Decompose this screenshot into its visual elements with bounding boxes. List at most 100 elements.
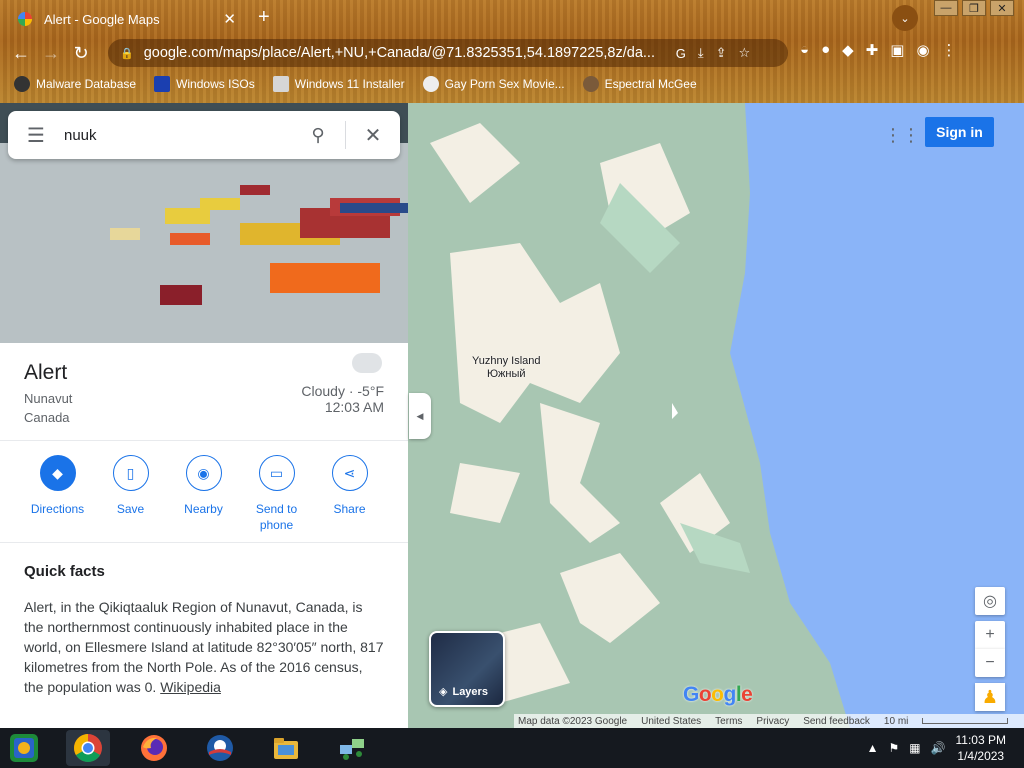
extension-flag-icon[interactable]: ◒	[800, 41, 809, 59]
send-feedback-link[interactable]: Send feedback	[803, 716, 870, 727]
bookmark-item[interactable]: Espectral McGee	[582, 76, 697, 92]
map-place-label[interactable]: Yuzhny Island Южный	[472, 355, 541, 381]
folder-icon	[274, 738, 298, 759]
quick-facts-heading: Quick facts	[24, 563, 105, 580]
zoom-in-icon[interactable]: +	[975, 621, 1005, 649]
bookmark-item[interactable]: Windows 11 Installer	[272, 76, 405, 92]
address-bar[interactable]: 🔒 google.com/maps/place/Alert,+NU,+Canad…	[108, 39, 788, 67]
zoom-out-icon[interactable]: −	[975, 649, 1005, 677]
url-text: google.com/maps/place/Alert,+NU,+Canada/…	[143, 45, 655, 61]
nearby-icon: ◉	[185, 455, 222, 491]
show-hidden-icons-icon[interactable]: ▲	[867, 741, 879, 755]
place-region: Nunavut	[24, 391, 73, 406]
tab-search-icon[interactable]: ⌄	[892, 5, 918, 31]
start-button[interactable]	[4, 730, 44, 766]
search-input[interactable]: nuuk	[64, 127, 291, 144]
menu-icon[interactable]: ☰	[8, 123, 64, 148]
terms-link[interactable]: Terms	[715, 716, 742, 727]
lock-icon[interactable]: 🔒	[120, 47, 134, 60]
weather-info: Cloudy · -5°F 12:03 AM	[301, 383, 384, 415]
app-taskbar-icon[interactable]	[198, 730, 242, 766]
new-tab-icon[interactable]: +	[258, 6, 270, 29]
face-icon	[422, 76, 439, 92]
weather-condition: Cloudy · -5°F	[301, 383, 384, 399]
forward-icon[interactable]: →	[36, 43, 66, 64]
taskbar: ▲ ⚑ ▦ 🔊 11:03 PM 1/4/2023	[0, 728, 1024, 768]
network-status-icon[interactable]: ▦	[909, 741, 920, 755]
google-lens-icon[interactable]: G	[676, 46, 686, 61]
bookmark-item[interactable]: Gay Porn Sex Movie...	[422, 76, 565, 92]
chrome-menu-icon[interactable]: ⋮	[942, 41, 957, 59]
local-time: 12:03 AM	[324, 399, 384, 415]
directions-icon: ◆	[39, 455, 76, 491]
region-link[interactable]: United States	[641, 716, 701, 727]
extension-tool-icon[interactable]: ◆	[842, 41, 854, 59]
search-icon[interactable]: ⚲	[291, 125, 345, 146]
nearby-button[interactable]: ◉ Nearby	[167, 441, 240, 542]
x-icon	[154, 76, 171, 92]
my-location-icon[interactable]: ◎	[975, 587, 1005, 615]
chrome-logo-icon	[74, 734, 102, 762]
volume-icon[interactable]: 🔊	[931, 741, 946, 755]
profile-icon[interactable]: ◉	[916, 41, 929, 59]
directions-button[interactable]: ◆ Directions	[21, 441, 94, 542]
install-icon[interactable]: ⤓	[698, 45, 704, 61]
quick-facts-text: Alert, in the Qikiqtaaluk Region of Nuna…	[24, 599, 384, 695]
map-data-attribution[interactable]: Map data ©2023 Google	[518, 716, 627, 727]
place-title: Alert	[24, 361, 68, 384]
window-controls: — ❐ ✕	[934, 0, 1014, 16]
network-taskbar-icon[interactable]	[330, 730, 374, 766]
layers-label: Layers	[452, 685, 488, 698]
clock[interactable]: 11:03 PM 1/4/2023	[956, 732, 1006, 764]
start-orb-icon	[10, 734, 38, 762]
privacy-link[interactable]: Privacy	[756, 716, 789, 727]
page-viewport: Yuzhny Island Южный ⋮⋮⋮ Sign in ◈ Layers…	[0, 103, 1024, 728]
place-header: Alert Nunavut Canada Cloudy · -5°F 12:03…	[0, 343, 408, 441]
browser-toolbar: ← → ↻ 🔒 google.com/maps/place/Alert,+NU,…	[0, 36, 1024, 70]
share-icon: ⋖	[331, 455, 368, 491]
collapse-panel-button[interactable]: ◀	[409, 393, 431, 439]
restore-icon[interactable]: ❐	[962, 0, 986, 16]
sign-in-button[interactable]: Sign in	[925, 117, 994, 147]
clear-search-icon[interactable]: ✕	[346, 123, 400, 148]
phone-icon: ▭	[258, 455, 295, 491]
back-icon[interactable]: ←	[6, 43, 36, 64]
action-center-flag-icon[interactable]: ⚑	[888, 741, 899, 755]
obama-logo-icon	[207, 735, 233, 761]
place-actions: ◆ Directions ▯ Save ◉ Nearby ▭ Send to p…	[0, 441, 408, 543]
extensions-puzzle-icon[interactable]: ✚	[866, 41, 879, 59]
chrome-taskbar-icon[interactable]	[66, 730, 110, 766]
firefox-taskbar-icon[interactable]	[132, 730, 176, 766]
window-close-icon[interactable]: ✕	[990, 0, 1014, 16]
browser-tab[interactable]: Alert - Google Maps ✕	[8, 4, 246, 34]
globe-icon	[14, 76, 30, 92]
bookmarks-bar: Malware Database Windows ISOs Windows 11…	[0, 72, 1024, 96]
pegman-icon[interactable]: ♟	[975, 683, 1005, 711]
google-logo: Google	[683, 683, 753, 706]
file-explorer-taskbar-icon[interactable]	[264, 730, 308, 766]
image-icon	[272, 76, 289, 92]
bookmark-star-icon[interactable]: ☆	[738, 45, 750, 61]
extension-avatar-icon[interactable]: ●	[821, 41, 830, 59]
place-side-panel: ☰ nuuk ⚲ ✕ Alert Nunavut Canada Cloudy ·…	[0, 103, 408, 728]
tab-close-icon[interactable]: ✕	[223, 10, 236, 28]
bookmark-item[interactable]: Windows ISOs	[154, 76, 255, 92]
layers-button[interactable]: ◈ Layers	[429, 631, 505, 707]
share-button[interactable]: ⋖ Share	[313, 441, 386, 542]
map-controls: ◎ + − ♟	[975, 587, 1005, 711]
bookmark-icon: ▯	[112, 455, 149, 491]
minimize-icon[interactable]: —	[934, 0, 958, 16]
send-to-phone-button[interactable]: ▭ Send to phone	[240, 441, 313, 542]
map-footer: Map data ©2023 Google United States Term…	[514, 714, 1024, 728]
share-page-icon[interactable]: ⇪	[716, 45, 727, 61]
scale-label[interactable]: 10 mi	[884, 716, 908, 727]
reload-icon[interactable]: ↻	[66, 43, 96, 64]
extensions-area: ◒ ● ◆ ✚ ▣ ◉ ⋮	[800, 41, 957, 59]
firefox-logo-icon	[141, 735, 167, 761]
system-tray: ▲ ⚑ ▦ 🔊 11:03 PM 1/4/2023	[867, 728, 1024, 768]
wikipedia-link[interactable]: Wikipedia	[160, 679, 221, 695]
sidepanel-icon[interactable]: ▣	[890, 41, 904, 59]
bookmark-item[interactable]: Malware Database	[14, 76, 136, 92]
save-button[interactable]: ▯ Save	[94, 441, 167, 542]
place-country: Canada	[24, 410, 70, 425]
